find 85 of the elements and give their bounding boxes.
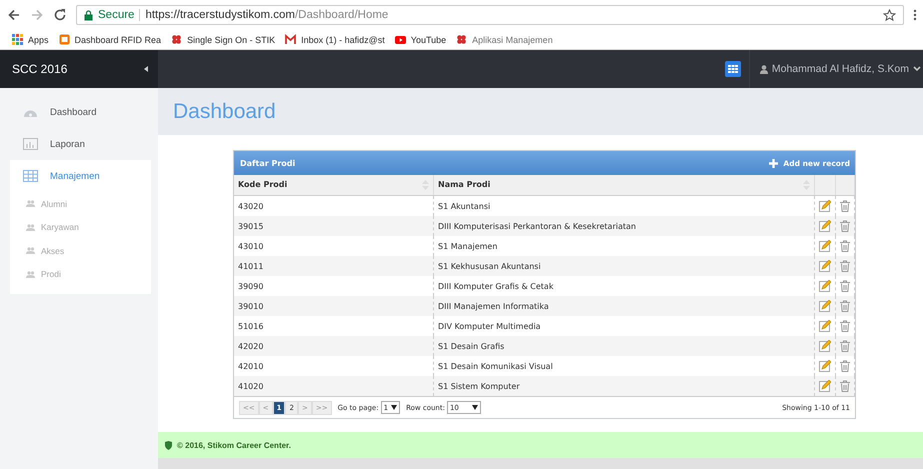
bookmark-link[interactable]: Apps bbox=[12, 34, 49, 45]
bookmark-link[interactable]: YouTube bbox=[394, 34, 446, 45]
edit-icon[interactable] bbox=[819, 200, 831, 212]
more-icon[interactable] bbox=[913, 9, 917, 21]
grid-icon bbox=[728, 65, 738, 73]
back-icon[interactable] bbox=[7, 8, 21, 22]
table-cell: 39010 bbox=[234, 296, 434, 316]
dropdown-icon bbox=[472, 405, 478, 410]
plus-icon bbox=[769, 158, 778, 168]
trash-icon[interactable] bbox=[840, 300, 850, 312]
people-icon bbox=[26, 224, 35, 231]
table-cell: S1 Manajemen bbox=[434, 236, 814, 256]
table-cell: DIII Manajemen Informatika bbox=[434, 296, 814, 316]
table-cell: 39090 bbox=[234, 276, 434, 296]
trash-icon[interactable] bbox=[840, 260, 850, 272]
table-cell: 43010 bbox=[234, 236, 434, 256]
table-cell: 39015 bbox=[234, 216, 434, 236]
column-header[interactable]: Kode Prodi bbox=[234, 175, 434, 196]
trash-icon[interactable] bbox=[840, 340, 850, 352]
edit-icon[interactable] bbox=[819, 280, 831, 292]
page-title: Dashboard bbox=[173, 100, 276, 124]
chart-icon bbox=[23, 138, 38, 150]
trash-icon[interactable] bbox=[840, 240, 850, 252]
table-cell: S1 Desain Komunikasi Visual bbox=[434, 356, 814, 376]
table-cell: 41011 bbox=[234, 256, 434, 276]
people-icon bbox=[26, 247, 35, 254]
lock-icon bbox=[84, 10, 93, 20]
play-icon bbox=[394, 34, 406, 45]
table-cell: 42010 bbox=[234, 356, 434, 376]
trash-icon[interactable] bbox=[840, 280, 850, 292]
footer-text: © 2016, Stikom Career Center. bbox=[177, 440, 291, 450]
edit-icon[interactable] bbox=[819, 260, 831, 272]
bookmark-link[interactable]: Aplikasi Manajemen bbox=[456, 34, 553, 45]
table-cell: DIII Komputer Grafis & Cetak bbox=[434, 276, 814, 296]
user-icon bbox=[760, 64, 768, 74]
forward-icon[interactable] bbox=[30, 8, 44, 22]
trash-icon[interactable] bbox=[840, 200, 850, 212]
chevron-down-icon bbox=[913, 66, 921, 72]
brand-title: SCC 2016 bbox=[12, 62, 68, 76]
trash-icon[interactable] bbox=[840, 320, 850, 332]
table-icon bbox=[23, 170, 38, 182]
collapse-icon[interactable] bbox=[144, 66, 148, 72]
edit-icon[interactable] bbox=[819, 240, 831, 252]
table-title: Daftar Prodi bbox=[240, 158, 296, 168]
bookmark-link[interactable]: Dashboard RFID Rea bbox=[58, 34, 162, 45]
address-field[interactable]: Secure https://tracerstudystikom.com/Dashboard/Home bbox=[76, 5, 904, 25]
table-cell: DIV Komputer Multimedia bbox=[434, 316, 814, 336]
shield-icon bbox=[165, 440, 172, 450]
url-text: https://tracerstudystikom.com/Dashboard/Home bbox=[145, 9, 388, 21]
sidebar-item[interactable]: Laporan bbox=[10, 128, 151, 160]
table-cell: 51016 bbox=[234, 316, 434, 336]
table-cell: 41020 bbox=[234, 376, 434, 396]
reload-icon[interactable] bbox=[53, 8, 67, 22]
people-icon bbox=[26, 200, 35, 208]
mail-icon bbox=[285, 34, 296, 45]
trash-icon[interactable] bbox=[840, 380, 850, 392]
calendar-icon bbox=[58, 34, 70, 45]
sidebar-item[interactable]: Dashboard bbox=[10, 96, 151, 128]
edit-icon[interactable] bbox=[819, 220, 831, 232]
bookmark-link[interactable]: Single Sign On - STIK bbox=[171, 34, 276, 45]
table-cell: S1 Akuntansi bbox=[434, 196, 814, 216]
table-cell: DIII Komputerisasi Perkantoran & Kesekretariatan bbox=[434, 216, 814, 236]
apps-button[interactable] bbox=[724, 61, 741, 77]
edit-icon[interactable] bbox=[819, 380, 831, 392]
trash-icon[interactable] bbox=[840, 220, 850, 232]
column-header[interactable]: Nama Prodi bbox=[434, 175, 814, 196]
trash-icon[interactable] bbox=[840, 360, 850, 372]
table-cell: 43020 bbox=[234, 196, 434, 216]
apps-icon bbox=[12, 34, 23, 45]
table-cell: S1 Sistem Komputer bbox=[434, 376, 814, 396]
edit-icon[interactable] bbox=[819, 360, 831, 372]
table-cell: S1 Kekhususan Akuntansi bbox=[434, 256, 814, 276]
table-cell: 42020 bbox=[234, 336, 434, 356]
dropdown-icon bbox=[391, 405, 398, 410]
sidebar-item[interactable]: Manajemen bbox=[10, 160, 151, 192]
edit-icon[interactable] bbox=[819, 340, 831, 352]
flower-icon bbox=[171, 34, 182, 45]
bookmark-link[interactable]: Inbox (1) - hafidz@st bbox=[285, 34, 385, 45]
flower-icon bbox=[456, 34, 468, 45]
star-icon[interactable] bbox=[883, 8, 896, 22]
edit-icon[interactable] bbox=[819, 320, 831, 332]
secure-label: Secure bbox=[98, 9, 134, 21]
edit-icon[interactable] bbox=[819, 300, 831, 312]
table-cell: S1 Desain Grafis bbox=[434, 336, 814, 356]
people-icon bbox=[26, 270, 35, 278]
